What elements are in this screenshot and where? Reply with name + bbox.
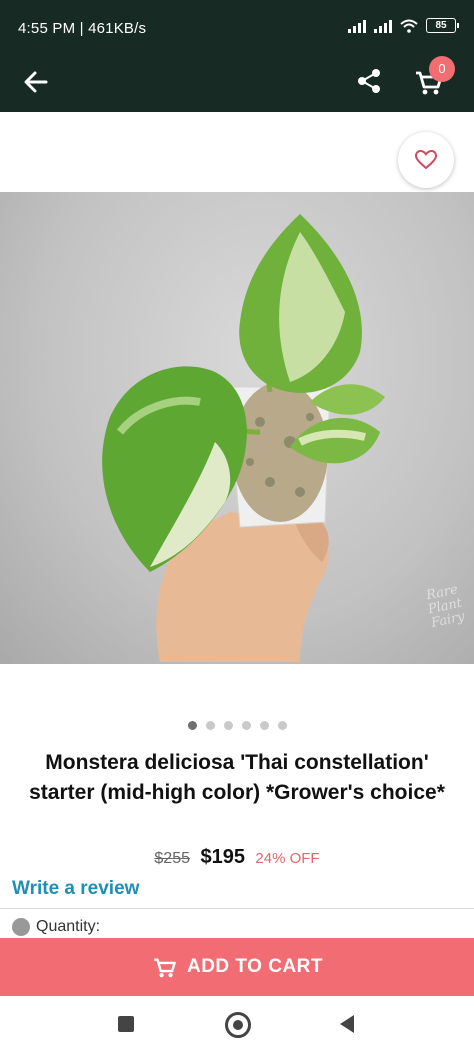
app-header: 4:55 PM | 461KB/s 85 0 (0, 0, 474, 112)
carousel-dot[interactable] (259, 721, 269, 730)
status-bar: 4:55 PM | 461KB/s 85 (0, 0, 474, 58)
status-icons: 85 (348, 18, 459, 33)
divider (0, 908, 474, 909)
plant-illustration (102, 214, 385, 662)
share-icon[interactable] (354, 66, 384, 96)
heart-icon (415, 150, 437, 170)
quantity-label: Quantity: (36, 918, 101, 935)
wifi-icon (400, 19, 418, 33)
home-icon[interactable] (225, 1012, 251, 1038)
signal-icon-2 (374, 19, 392, 33)
add-to-cart-label: ADD TO CART (186, 956, 324, 977)
battery-icon: 85 (426, 18, 459, 33)
product-image[interactable]: Rare Plant Fairy (0, 192, 474, 664)
carousel-dot[interactable] (187, 721, 197, 730)
carousel-dot[interactable] (241, 721, 251, 730)
arrow-left-icon[interactable] (20, 66, 52, 98)
product-title: Monstera deliciosa 'Thai constellation' … (29, 751, 445, 804)
price-row: $255 $195 24% OFF (0, 846, 474, 869)
cart-icon (154, 958, 176, 978)
system-nav-bar (0, 996, 474, 1053)
info-icon (12, 918, 30, 936)
original-price: $255 (154, 850, 190, 867)
sale-price: $195 (200, 846, 245, 868)
back-icon[interactable] (340, 1015, 354, 1033)
discount-label: 24% OFF (255, 850, 320, 867)
wishlist-button[interactable] (398, 132, 454, 188)
carousel-dot[interactable] (223, 721, 233, 730)
write-review-link[interactable]: Write a review (12, 878, 139, 900)
status-time: 4:55 PM | 461KB/s (18, 20, 147, 37)
toolbar (0, 58, 474, 112)
cart-count-badge: 0 (429, 56, 455, 82)
add-to-cart-button[interactable]: ADD TO CART (0, 938, 474, 996)
carousel-dot[interactable] (205, 721, 215, 730)
carousel-dots (0, 721, 474, 730)
carousel-dot[interactable] (277, 721, 287, 730)
recents-icon[interactable] (118, 1016, 134, 1032)
quantity-row: Quantity: (12, 918, 100, 936)
signal-icon (348, 19, 366, 33)
